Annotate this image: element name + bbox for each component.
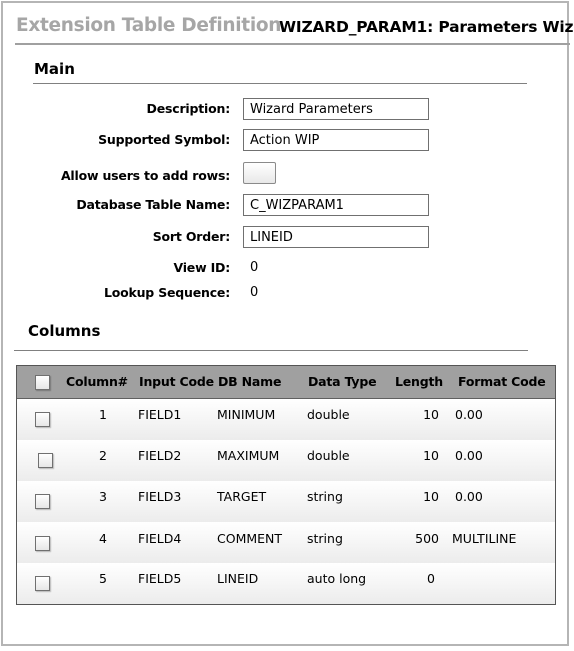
cell-data-type: string [307, 531, 343, 546]
columns-grid: Column# Input Code DB Name Data Type Len… [16, 365, 556, 605]
cell-input-code: FIELD3 [138, 489, 182, 504]
supported-symbol-label: Supported Symbol: [98, 132, 230, 147]
cell-format-code: 0.00 [455, 407, 483, 422]
table-row[interactable]: 1 FIELD1 MINIMUM double 10 0.00 [17, 399, 555, 441]
header-length[interactable]: Length [395, 374, 443, 389]
cell-column-num: 2 [99, 448, 107, 463]
allow-add-rows-label: Allow users to add rows: [60, 168, 230, 183]
description-label: Description: [146, 101, 231, 116]
section-title-columns: Columns [28, 322, 101, 340]
cell-data-type: auto long [307, 571, 367, 586]
db-table-name-input[interactable] [243, 194, 429, 216]
cell-db-name: COMMENT [217, 531, 283, 546]
row-checkbox[interactable] [35, 536, 50, 551]
view-id-value: 0 [250, 260, 259, 275]
sort-order-input[interactable] [243, 226, 429, 248]
header-data-type[interactable]: Data Type [308, 374, 377, 389]
table-row[interactable]: 4 FIELD4 COMMENT string 500 MULTILINE [17, 522, 555, 564]
cell-input-code: FIELD2 [138, 448, 182, 463]
header-format-code[interactable]: Format Code [458, 374, 546, 389]
cell-format-code: 0.00 [455, 489, 483, 504]
record-title: WIZARD_PARAM1: Parameters Wiz [279, 18, 574, 36]
cell-input-code: FIELD4 [138, 531, 182, 546]
table-row[interactable]: 2 FIELD2 MAXIMUM double 10 0.00 [17, 440, 555, 482]
title-bar: Extension Table Definition WIZARD_PARAM1… [15, 14, 574, 42]
cell-data-type: string [307, 489, 343, 504]
cell-input-code: FIELD5 [138, 571, 182, 586]
cell-data-type: double [307, 407, 350, 422]
select-all-checkbox[interactable] [35, 375, 50, 390]
lookup-sequence-value: 0 [250, 285, 259, 300]
cell-column-num: 1 [99, 407, 107, 422]
section-title-main: Main [34, 60, 75, 78]
row-checkbox[interactable] [35, 494, 50, 509]
cell-column-num: 5 [99, 571, 107, 586]
cell-format-code: MULTILINE [452, 531, 517, 546]
table-row[interactable]: 5 FIELD5 LINEID auto long 0 [17, 563, 555, 604]
row-checkbox[interactable] [35, 576, 50, 591]
header-db-name[interactable]: DB Name [218, 374, 281, 389]
cell-format-code: 0.00 [455, 448, 483, 463]
cell-db-name: TARGET [217, 489, 267, 504]
cell-db-name: MINIMUM [217, 407, 276, 422]
sort-order-label: Sort Order: [152, 229, 230, 244]
columns-divider [14, 350, 528, 351]
cell-db-name: LINEID [217, 571, 259, 586]
cell-column-num: 4 [99, 531, 107, 546]
db-table-name-label: Database Table Name: [76, 197, 230, 212]
header-input-code[interactable]: Input Code [139, 374, 214, 389]
allow-add-rows-toggle[interactable] [243, 162, 276, 184]
grid-header: Column# Input Code DB Name Data Type Len… [17, 366, 555, 399]
cell-length: 10 [423, 407, 439, 422]
cell-length: 10 [423, 489, 439, 504]
cell-length: 0 [427, 571, 435, 586]
row-checkbox[interactable] [35, 412, 50, 427]
lookup-sequence-label: Lookup Sequence: [103, 285, 230, 300]
main-divider [33, 83, 527, 84]
cell-length: 10 [423, 448, 439, 463]
cell-column-num: 3 [99, 489, 107, 504]
header-column-num[interactable]: Column# [66, 374, 128, 389]
cell-length: 500 [415, 531, 439, 546]
page-title: Extension Table Definition [16, 15, 282, 36]
description-input[interactable] [243, 98, 429, 120]
view-id-label: View ID: [173, 260, 230, 275]
cell-data-type: double [307, 448, 350, 463]
row-checkbox[interactable] [38, 453, 53, 468]
table-row[interactable]: 3 FIELD3 TARGET string 10 0.00 [17, 481, 555, 523]
cell-db-name: MAXIMUM [217, 448, 280, 463]
supported-symbol-input[interactable] [243, 129, 429, 151]
title-divider [15, 43, 570, 45]
cell-input-code: FIELD1 [138, 407, 182, 422]
